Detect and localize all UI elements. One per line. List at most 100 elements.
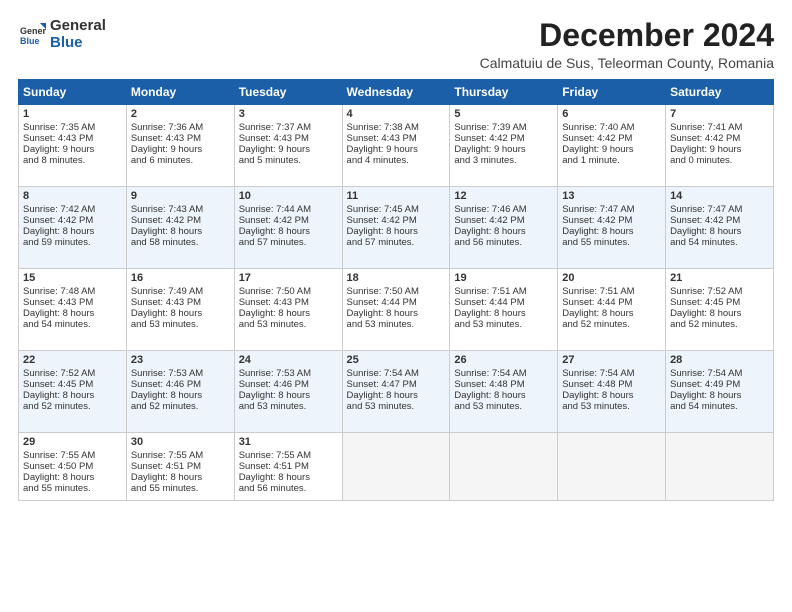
table-cell (666, 433, 774, 501)
daylight-text: Daylight: 8 hours (131, 308, 202, 319)
calendar-table: Sunday Monday Tuesday Wednesday Thursday… (18, 79, 774, 501)
table-cell (342, 433, 450, 501)
sunrise-text: Sunrise: 7:55 AM (23, 450, 95, 461)
sunset-text: Sunset: 4:42 PM (670, 133, 740, 144)
col-wednesday: Wednesday (342, 80, 450, 105)
sunset-text: Sunset: 4:42 PM (454, 133, 524, 144)
daylight-minutes: and 54 minutes. (23, 319, 91, 330)
sunset-text: Sunset: 4:44 PM (562, 297, 632, 308)
sunrise-text: Sunrise: 7:41 AM (670, 122, 742, 133)
col-friday: Friday (558, 80, 666, 105)
day-number: 29 (23, 436, 122, 448)
daylight-minutes: and 53 minutes. (454, 319, 522, 330)
sunrise-text: Sunrise: 7:36 AM (131, 122, 203, 133)
table-cell: 14 Sunrise: 7:47 AM Sunset: 4:42 PM Dayl… (666, 187, 774, 269)
sunset-text: Sunset: 4:43 PM (23, 297, 93, 308)
daylight-text: Daylight: 8 hours (131, 390, 202, 401)
daylight-text: Daylight: 9 hours (670, 144, 741, 155)
sunrise-text: Sunrise: 7:45 AM (347, 204, 419, 215)
daylight-text: Daylight: 8 hours (562, 308, 633, 319)
table-cell (450, 433, 558, 501)
daylight-minutes: and 58 minutes. (131, 237, 199, 248)
svg-text:Blue: Blue (20, 36, 40, 46)
daylight-text: Daylight: 8 hours (131, 472, 202, 483)
sunrise-text: Sunrise: 7:48 AM (23, 286, 95, 297)
table-cell: 15 Sunrise: 7:48 AM Sunset: 4:43 PM Dayl… (19, 269, 127, 351)
daylight-minutes: and 53 minutes. (347, 319, 415, 330)
table-cell: 24 Sunrise: 7:53 AM Sunset: 4:46 PM Dayl… (234, 351, 342, 433)
table-cell: 18 Sunrise: 7:50 AM Sunset: 4:44 PM Dayl… (342, 269, 450, 351)
col-thursday: Thursday (450, 80, 558, 105)
table-cell: 9 Sunrise: 7:43 AM Sunset: 4:42 PM Dayli… (126, 187, 234, 269)
day-number: 25 (347, 354, 446, 366)
day-number: 18 (347, 272, 446, 284)
table-cell (558, 433, 666, 501)
table-cell: 31 Sunrise: 7:55 AM Sunset: 4:51 PM Dayl… (234, 433, 342, 501)
page-container: General Blue General Blue December 2024 … (0, 0, 792, 612)
daylight-minutes: and 4 minutes. (347, 155, 409, 166)
day-number: 14 (670, 190, 769, 202)
sunrise-text: Sunrise: 7:53 AM (131, 368, 203, 379)
col-sunday: Sunday (19, 80, 127, 105)
daylight-minutes: and 57 minutes. (239, 237, 307, 248)
sunrise-text: Sunrise: 7:49 AM (131, 286, 203, 297)
daylight-minutes: and 53 minutes. (239, 319, 307, 330)
day-number: 23 (131, 354, 230, 366)
logo-blue: Blue (50, 35, 106, 52)
daylight-minutes: and 3 minutes. (454, 155, 516, 166)
sunrise-text: Sunrise: 7:54 AM (347, 368, 419, 379)
day-number: 12 (454, 190, 553, 202)
sunrise-text: Sunrise: 7:38 AM (347, 122, 419, 133)
sunrise-text: Sunrise: 7:50 AM (239, 286, 311, 297)
sunset-text: Sunset: 4:43 PM (239, 297, 309, 308)
svg-text:General: General (20, 26, 46, 36)
sunrise-text: Sunrise: 7:54 AM (562, 368, 634, 379)
header: General Blue General Blue December 2024 … (18, 18, 774, 71)
sunset-text: Sunset: 4:42 PM (454, 215, 524, 226)
sunset-text: Sunset: 4:45 PM (23, 379, 93, 390)
table-cell: 12 Sunrise: 7:46 AM Sunset: 4:42 PM Dayl… (450, 187, 558, 269)
daylight-text: Daylight: 8 hours (23, 308, 94, 319)
sunset-text: Sunset: 4:46 PM (239, 379, 309, 390)
sunset-text: Sunset: 4:42 PM (347, 215, 417, 226)
title-block: December 2024 Calmatuiu de Sus, Teleorma… (480, 18, 774, 71)
sunrise-text: Sunrise: 7:52 AM (670, 286, 742, 297)
day-number: 7 (670, 108, 769, 120)
sunrise-text: Sunrise: 7:53 AM (239, 368, 311, 379)
daylight-minutes: and 53 minutes. (239, 401, 307, 412)
table-cell: 22 Sunrise: 7:52 AM Sunset: 4:45 PM Dayl… (19, 351, 127, 433)
sunset-text: Sunset: 4:48 PM (454, 379, 524, 390)
daylight-minutes: and 56 minutes. (454, 237, 522, 248)
daylight-text: Daylight: 8 hours (454, 390, 525, 401)
logo-general: General (50, 18, 106, 35)
day-number: 8 (23, 190, 122, 202)
table-cell: 6 Sunrise: 7:40 AM Sunset: 4:42 PM Dayli… (558, 105, 666, 187)
daylight-minutes: and 55 minutes. (562, 237, 630, 248)
daylight-minutes: and 1 minute. (562, 155, 620, 166)
table-cell: 17 Sunrise: 7:50 AM Sunset: 4:43 PM Dayl… (234, 269, 342, 351)
sunrise-text: Sunrise: 7:50 AM (347, 286, 419, 297)
daylight-minutes: and 55 minutes. (131, 483, 199, 494)
daylight-text: Daylight: 8 hours (562, 226, 633, 237)
table-cell: 3 Sunrise: 7:37 AM Sunset: 4:43 PM Dayli… (234, 105, 342, 187)
sunset-text: Sunset: 4:47 PM (347, 379, 417, 390)
sunrise-text: Sunrise: 7:52 AM (23, 368, 95, 379)
daylight-minutes: and 53 minutes. (454, 401, 522, 412)
table-cell: 21 Sunrise: 7:52 AM Sunset: 4:45 PM Dayl… (666, 269, 774, 351)
sunrise-text: Sunrise: 7:39 AM (454, 122, 526, 133)
sunset-text: Sunset: 4:42 PM (562, 133, 632, 144)
sunset-text: Sunset: 4:43 PM (23, 133, 93, 144)
sunset-text: Sunset: 4:51 PM (239, 461, 309, 472)
table-cell: 19 Sunrise: 7:51 AM Sunset: 4:44 PM Dayl… (450, 269, 558, 351)
table-cell: 29 Sunrise: 7:55 AM Sunset: 4:50 PM Dayl… (19, 433, 127, 501)
sunrise-text: Sunrise: 7:47 AM (562, 204, 634, 215)
sunset-text: Sunset: 4:42 PM (239, 215, 309, 226)
day-number: 5 (454, 108, 553, 120)
table-cell: 28 Sunrise: 7:54 AM Sunset: 4:49 PM Dayl… (666, 351, 774, 433)
table-cell: 26 Sunrise: 7:54 AM Sunset: 4:48 PM Dayl… (450, 351, 558, 433)
day-number: 28 (670, 354, 769, 366)
daylight-text: Daylight: 8 hours (239, 308, 310, 319)
daylight-text: Daylight: 8 hours (239, 472, 310, 483)
table-cell: 5 Sunrise: 7:39 AM Sunset: 4:42 PM Dayli… (450, 105, 558, 187)
daylight-text: Daylight: 9 hours (131, 144, 202, 155)
